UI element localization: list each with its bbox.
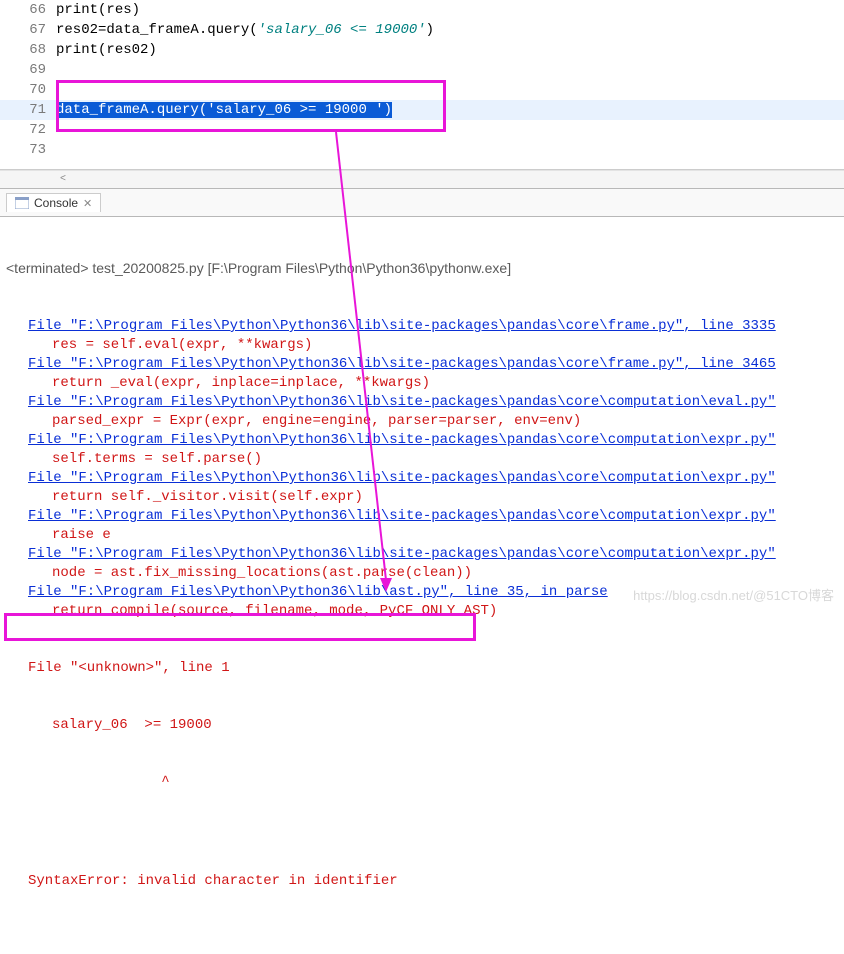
scroll-left-icon[interactable]: < xyxy=(60,174,66,185)
traceback-link[interactable]: File "F:\Program Files\Python\Python36\l… xyxy=(4,469,840,488)
traceback-code: raise e xyxy=(4,526,840,545)
code-line[interactable]: 68print(res02) xyxy=(0,40,844,60)
code-content[interactable]: print(res) xyxy=(56,0,844,20)
traceback-link[interactable]: File "F:\Program Files\Python\Python36\l… xyxy=(4,507,840,526)
terminated-label: <terminated> test_20200825.py [F:\Progra… xyxy=(4,259,840,279)
code-line[interactable]: 72 xyxy=(0,120,844,140)
code-line[interactable]: 70 xyxy=(0,80,844,100)
line-number: 72 xyxy=(0,120,56,140)
console-tabbar: Console ✕ xyxy=(0,189,844,217)
traceback-snippet: salary_06 >= 19000 xyxy=(4,716,840,735)
traceback-link[interactable]: File "F:\Program Files\Python\Python36\l… xyxy=(4,431,840,450)
traceback-link[interactable]: File "F:\Program Files\Python\Python36\l… xyxy=(4,317,840,336)
traceback-code: res = self.eval(expr, **kwargs) xyxy=(4,336,840,355)
traceback-code: return _eval(expr, inplace=inplace, **kw… xyxy=(4,374,840,393)
line-number: 66 xyxy=(0,0,56,20)
traceback-code: parsed_expr = Expr(expr, engine=engine, … xyxy=(4,412,840,431)
traceback-code: return self._visitor.visit(self.expr) xyxy=(4,488,840,507)
code-content[interactable]: print(res02) xyxy=(56,40,844,60)
console-icon xyxy=(15,197,29,209)
traceback-code: self.terms = self.parse() xyxy=(4,450,840,469)
code-line[interactable]: 67res02=data_frameA.query('salary_06 <= … xyxy=(0,20,844,40)
code-line[interactable]: 73 xyxy=(0,140,844,160)
syntax-error-text: SyntaxError: invalid character in identi… xyxy=(4,872,840,891)
close-icon[interactable]: ✕ xyxy=(83,197,92,210)
line-number: 71 xyxy=(0,100,56,120)
traceback-link[interactable]: File "F:\Program Files\Python\Python36\l… xyxy=(4,583,840,602)
code-content[interactable] xyxy=(56,60,844,80)
traceback-file-unknown: File "<unknown>", line 1 xyxy=(4,659,840,678)
code-content[interactable]: res02=data_frameA.query('salary_06 <= 19… xyxy=(56,20,844,40)
line-number: 73 xyxy=(0,140,56,160)
traceback-link[interactable]: File "F:\Program Files\Python\Python36\l… xyxy=(4,393,840,412)
code-line[interactable]: 66print(res) xyxy=(0,0,844,20)
line-number: 67 xyxy=(0,20,56,40)
code-content[interactable] xyxy=(56,80,844,100)
line-number: 69 xyxy=(0,60,56,80)
line-number: 70 xyxy=(0,80,56,100)
console-output[interactable]: <terminated> test_20200825.py [F:\Progra… xyxy=(0,217,844,954)
console-tab-label: Console xyxy=(34,196,78,210)
traceback-code: return compile(source, filename, mode, P… xyxy=(4,602,840,621)
code-line[interactable]: 69 xyxy=(0,60,844,80)
traceback-link[interactable]: File "F:\Program Files\Python\Python36\l… xyxy=(4,355,840,374)
code-content[interactable] xyxy=(56,120,844,140)
code-line[interactable]: 71data_frameA.query('salary_06 >= 19000 … xyxy=(0,100,844,120)
traceback-caret: ^ xyxy=(4,773,840,792)
code-content[interactable] xyxy=(56,140,844,160)
traceback-link[interactable]: File "F:\Program Files\Python\Python36\l… xyxy=(4,545,840,564)
code-editor[interactable]: 66print(res)67res02=data_frameA.query('s… xyxy=(0,0,844,170)
line-number: 68 xyxy=(0,40,56,60)
code-content[interactable]: data_frameA.query('salary_06 >= 19000 ') xyxy=(56,100,844,120)
console-panel: Console ✕ <terminated> test_20200825.py … xyxy=(0,188,844,954)
traceback-code: node = ast.fix_missing_locations(ast.par… xyxy=(4,564,840,583)
editor-horizontal-scrollbar[interactable]: < xyxy=(0,170,844,188)
tab-console[interactable]: Console ✕ xyxy=(6,193,101,212)
